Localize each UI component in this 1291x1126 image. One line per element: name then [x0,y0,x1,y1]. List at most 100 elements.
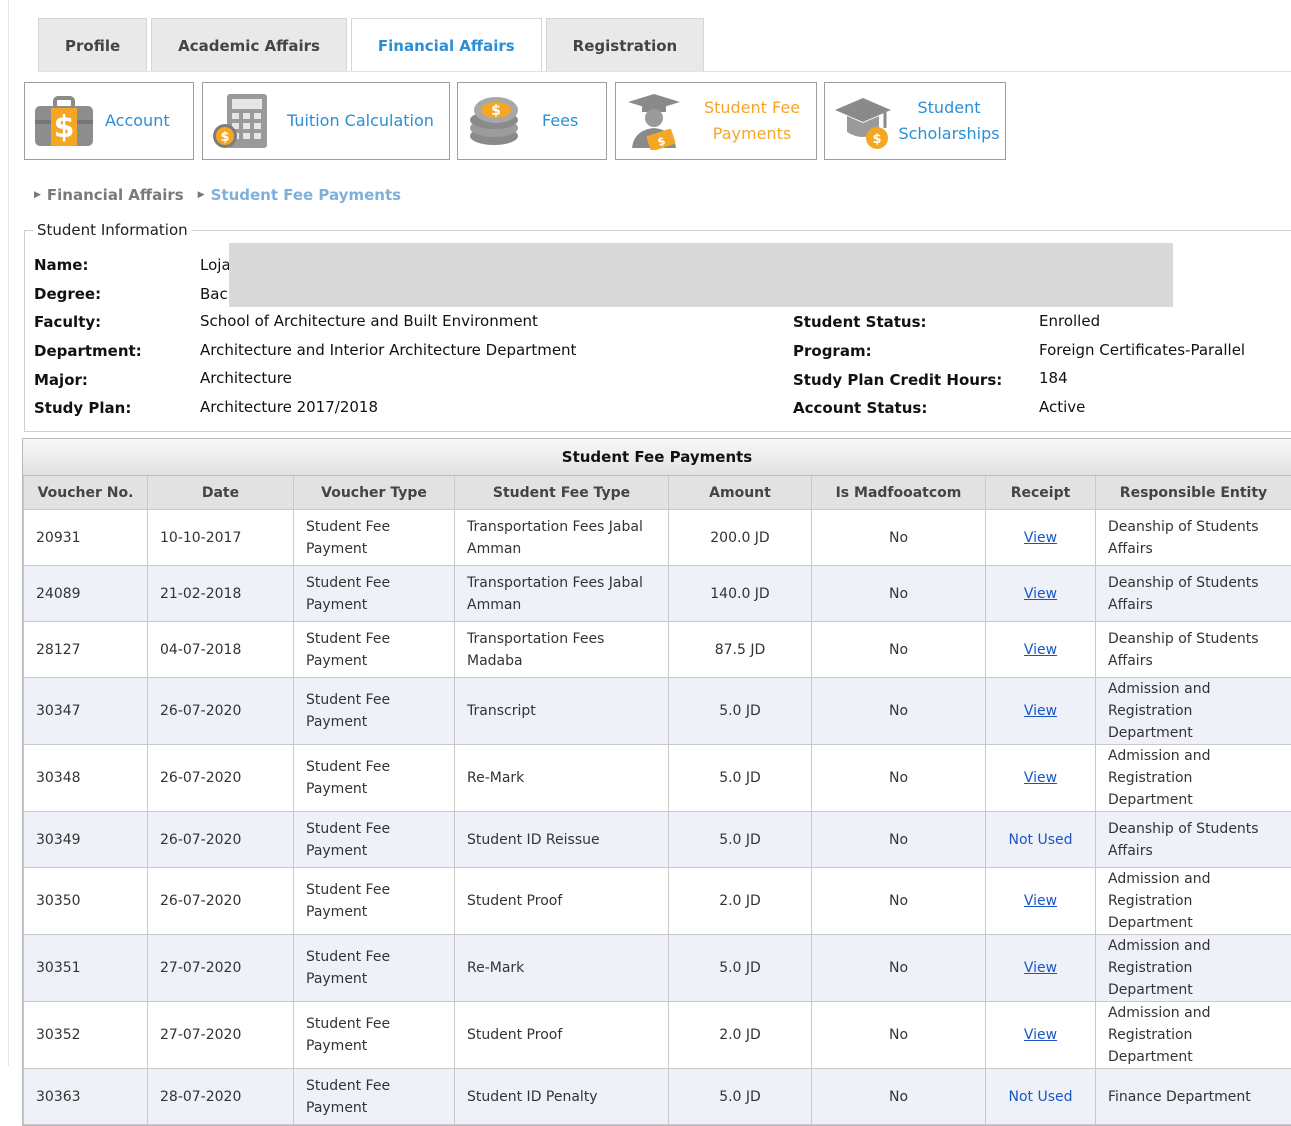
cell-amount: 2.0 JD [669,1002,812,1069]
tab-academic-affairs[interactable]: Academic Affairs [151,18,347,72]
graduate-money-icon: $ [624,92,686,150]
student-information-legend: Student Information [33,221,192,239]
column-header-student-fee-type: Student Fee Type [455,476,669,510]
cell-student-fee-type: Transportation Fees Jabal Amman [455,510,669,566]
cell-voucher-type: Student Fee Payment [294,1002,455,1069]
breadcrumb-financial-affairs[interactable]: Financial Affairs [47,186,184,204]
payments-table-title: Student Fee Payments [23,439,1291,476]
info-value-department: Architecture and Interior Architecture D… [200,341,576,359]
info-value-faculty: School of Architecture and Built Environ… [200,312,538,330]
receipt-view-link[interactable]: View [1024,770,1057,786]
receipt-view-link[interactable]: View [1024,703,1057,719]
info-label-student-status: Student Status: [793,313,927,331]
cell-responsible-entity: Deanship of Students Affairs [1096,566,1291,622]
cell-voucher-type: Student Fee Payment [294,868,455,935]
table-header-row: Voucher No.DateVoucher TypeStudent Fee T… [24,476,1291,510]
cell-voucher-no: 30348 [24,745,148,812]
cell-voucher-type: Student Fee Payment [294,745,455,812]
cell-voucher-type: Student Fee Payment [294,622,455,678]
column-header-is-madfooatcom: Is Madfooatcom [812,476,986,510]
calculator-coin-icon: $ [211,92,273,150]
cell-voucher-type: Student Fee Payment [294,935,455,1002]
cell-receipt: View [986,510,1096,566]
info-value-credit-hours: 184 [1039,369,1068,387]
payments-table: Voucher No.DateVoucher TypeStudent Fee T… [23,476,1291,1125]
cell-is-madfooatcom: No [812,1002,986,1069]
svg-text:$: $ [491,103,501,119]
table-row: 2812704-07-2018Student Fee PaymentTransp… [24,622,1291,678]
column-header-responsible-entity: Responsible Entity [1096,476,1291,510]
info-value-student-status: Enrolled [1039,312,1100,330]
info-label-department: Department: [34,342,142,360]
subnav-student-fee-payments[interactable]: $ Student Fee Payments [615,82,817,160]
info-value-degree: Bacl [200,285,232,303]
table-row: 3035127-07-2020Student Fee PaymentRe-Mar… [24,935,1291,1002]
receipt-not-used-text: Not Used [1008,832,1072,848]
svg-text:$: $ [220,130,229,145]
tab-profile[interactable]: Profile [38,18,147,72]
cell-voucher-type: Student Fee Payment [294,510,455,566]
cell-voucher-type: Student Fee Payment [294,812,455,868]
cell-date: 26-07-2020 [148,812,294,868]
cell-responsible-entity: Admission and Registration Department [1096,678,1291,745]
table-row: 2408921-02-2018Student Fee PaymentTransp… [24,566,1291,622]
left-border [8,0,9,1066]
cell-date: 28-07-2020 [148,1069,294,1125]
receipt-view-link[interactable]: View [1024,586,1057,602]
cell-voucher-no: 30352 [24,1002,148,1069]
receipt-view-link[interactable]: View [1024,642,1057,658]
svg-text:$: $ [54,110,75,145]
info-label-study-plan: Study Plan: [34,399,131,417]
cell-amount: 200.0 JD [669,510,812,566]
receipt-view-link[interactable]: View [1024,1027,1057,1043]
tab-registration[interactable]: Registration [546,18,705,72]
cell-amount: 5.0 JD [669,812,812,868]
cell-voucher-no: 30350 [24,868,148,935]
cell-receipt: View [986,678,1096,745]
subnav-account[interactable]: $ Account [24,82,194,160]
cell-is-madfooatcom: No [812,1069,986,1125]
subnav-payments-line2: Payments [692,121,812,147]
cell-voucher-no: 30347 [24,678,148,745]
info-value-study-plan: Architecture 2017/2018 [200,398,378,416]
cell-is-madfooatcom: No [812,745,986,812]
cell-is-madfooatcom: No [812,935,986,1002]
payments-table-body: 2093110-10-2017Student Fee PaymentTransp… [24,510,1291,1125]
cell-responsible-entity: Admission and Registration Department [1096,868,1291,935]
info-label-major: Major: [34,371,88,389]
cell-amount: 140.0 JD [669,566,812,622]
breadcrumb-arrow-icon: ▶ [198,190,205,200]
receipt-view-link[interactable]: View [1024,893,1057,909]
cell-voucher-no: 30363 [24,1069,148,1125]
info-value-account-status: Active [1039,398,1085,416]
subnav-student-scholarships[interactable]: $ Student Scholarships [824,82,1006,160]
table-row: 3036328-07-2020Student Fee PaymentStuden… [24,1069,1291,1125]
cell-responsible-entity: Finance Department [1096,1069,1291,1125]
subnav-fees-label: Fees [542,108,578,134]
subnav-fees[interactable]: $ Fees [457,82,607,160]
tabs-divider [38,71,1291,72]
info-label-program: Program: [793,342,872,360]
cell-date: 26-07-2020 [148,678,294,745]
cell-receipt: Not Used [986,1069,1096,1125]
cell-receipt: View [986,622,1096,678]
cell-student-fee-type: Transcript [455,678,669,745]
info-value-program: Foreign Certificates-Parallel [1039,341,1245,359]
table-row: 3035227-07-2020Student Fee PaymentStuden… [24,1002,1291,1069]
receipt-view-link[interactable]: View [1024,960,1057,976]
info-label-account-status: Account Status: [793,399,927,417]
cell-student-fee-type: Transportation Fees Jabal Amman [455,566,669,622]
tab-financial-affairs[interactable]: Financial Affairs [351,18,542,72]
column-header-voucher-type: Voucher Type [294,476,455,510]
subnav-tuition-calculation[interactable]: $ Tuition Calculation [202,82,450,160]
cell-amount: 87.5 JD [669,622,812,678]
receipt-view-link[interactable]: View [1024,530,1057,546]
cell-date: 27-07-2020 [148,935,294,1002]
table-row: 3034826-07-2020Student Fee PaymentRe-Mar… [24,745,1291,812]
cell-is-madfooatcom: No [812,868,986,935]
cell-voucher-no: 30349 [24,812,148,868]
cell-responsible-entity: Deanship of Students Affairs [1096,812,1291,868]
cell-amount: 2.0 JD [669,868,812,935]
cell-is-madfooatcom: No [812,812,986,868]
cell-is-madfooatcom: No [812,678,986,745]
